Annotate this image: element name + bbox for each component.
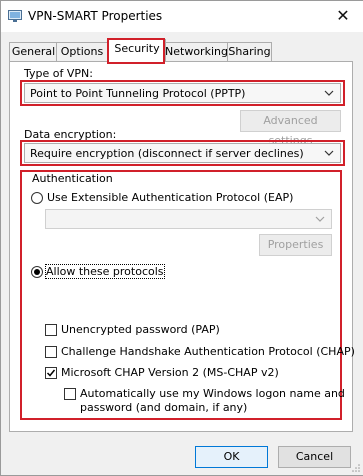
cancel-button[interactable]: Cancel — [278, 446, 351, 468]
pap-label[interactable]: Unencrypted password (PAP) — [61, 323, 220, 336]
authentication-group-title: Authentication — [30, 172, 115, 185]
chap-label[interactable]: Challenge Handshake Authentication Proto… — [61, 345, 355, 358]
tab-general[interactable]: General — [9, 42, 58, 62]
eap-properties-button[interactable]: Properties — [259, 234, 332, 256]
eap-dropdown[interactable] — [45, 209, 332, 229]
allow-protocols-label[interactable]: Allow these protocols — [45, 264, 165, 279]
encryption-value: Require encryption (disconnect if server… — [30, 147, 304, 160]
ok-button[interactable]: OK — [195, 446, 268, 468]
chevron-down-icon — [324, 150, 334, 156]
vpn-type-dropdown[interactable]: Point to Point Tunneling Protocol (PPTP) — [24, 83, 341, 103]
close-icon: ✕ — [336, 6, 350, 25]
tab-options[interactable]: Options — [56, 42, 108, 62]
chevron-down-icon — [324, 90, 334, 96]
auto-logon-checkbox[interactable] — [64, 388, 76, 400]
authentication-group — [20, 170, 342, 420]
checkmark-icon — [46, 369, 56, 377]
chap-checkbox[interactable] — [45, 346, 57, 358]
mschapv2-checkbox[interactable] — [45, 367, 57, 379]
chevron-down-icon — [315, 216, 325, 222]
eap-radio[interactable] — [31, 192, 43, 204]
tab-networking[interactable]: Networking — [163, 42, 230, 62]
encryption-label: Data encryption: — [24, 128, 117, 141]
auto-logon-label-line1[interactable]: Automatically use my Windows logon name … — [80, 387, 345, 400]
network-connection-icon — [8, 10, 22, 22]
title-bar: VPN-SMART Properties ✕ — [1, 1, 363, 32]
tab-security[interactable]: Security — [108, 39, 166, 62]
close-button[interactable]: ✕ — [332, 5, 354, 27]
tab-sharing[interactable]: Sharing — [227, 42, 272, 62]
window-title: VPN-SMART Properties — [28, 9, 163, 23]
vpn-type-value: Point to Point Tunneling Protocol (PPTP) — [30, 87, 246, 100]
vpn-type-label: Type of VPN: — [24, 67, 93, 80]
mschapv2-label[interactable]: Microsoft CHAP Version 2 (MS-CHAP v2) — [61, 366, 279, 379]
eap-radio-label[interactable]: Use Extensible Authentication Protocol (… — [47, 191, 293, 204]
allow-protocols-radio[interactable] — [31, 266, 43, 278]
encryption-dropdown[interactable]: Require encryption (disconnect if server… — [24, 143, 341, 163]
auto-logon-label-line2[interactable]: password (and domain, if any) — [80, 401, 247, 414]
advanced-settings-button[interactable]: Advanced settings — [240, 110, 341, 147]
properties-dialog: VPN-SMART Properties ✕ General Options S… — [0, 0, 363, 476]
pap-checkbox[interactable] — [45, 324, 57, 336]
resize-grip-icon[interactable] — [351, 463, 361, 473]
